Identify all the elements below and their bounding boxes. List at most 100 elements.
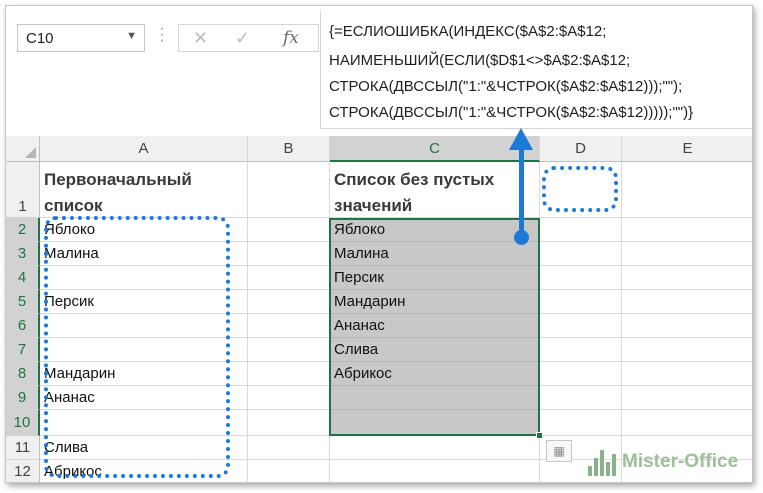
cell-b2[interactable] — [248, 218, 330, 242]
cell-d7[interactable] — [540, 338, 622, 362]
row-header-8[interactable]: 8 — [6, 362, 40, 386]
cell-c12[interactable] — [330, 460, 540, 482]
cell-e9[interactable] — [622, 386, 752, 410]
cell-a1[interactable]: Первоначальный список — [40, 162, 248, 218]
cell-d1[interactable] — [540, 162, 622, 218]
cell-a4[interactable] — [40, 266, 248, 290]
cell-b5[interactable] — [248, 290, 330, 314]
row-header-1[interactable]: 1 — [6, 162, 40, 218]
cell-d10[interactable] — [540, 410, 622, 436]
cell-c7[interactable]: Слива — [330, 338, 540, 362]
column-header-b[interactable]: B — [248, 136, 330, 162]
bar-chart-logo-icon — [588, 448, 616, 476]
row-header-3[interactable]: 3 — [6, 242, 40, 266]
cell-a9[interactable]: Ананас — [40, 386, 248, 410]
cell-b3[interactable] — [248, 242, 330, 266]
cell-a2[interactable]: Яблоко — [40, 218, 248, 242]
arrow-up-icon — [509, 128, 533, 150]
cell-c1-line: значений — [334, 196, 413, 215]
cell-a6[interactable] — [40, 314, 248, 338]
cell-b7[interactable] — [248, 338, 330, 362]
cell-c5[interactable]: Мандарин — [330, 290, 540, 314]
logo-bar — [588, 466, 592, 476]
cell-a3[interactable]: Малина — [40, 242, 248, 266]
cell-d2[interactable] — [540, 218, 622, 242]
spreadsheet-window: C10 ▼ · · · ✕ ✓ fx {=ЕСЛИОШИБКА(ИНДЕКС($A$… — [5, 5, 753, 483]
cell-b9[interactable] — [248, 386, 330, 410]
row-header-4[interactable]: 4 — [6, 266, 40, 290]
enter-icon[interactable]: ✓ — [235, 28, 250, 49]
cell-c11[interactable] — [330, 436, 540, 460]
cell-a12[interactable]: Абрикос — [40, 460, 248, 482]
row-header-12[interactable]: 12 — [6, 460, 40, 482]
cell-a5[interactable]: Персик — [40, 290, 248, 314]
cell-e3[interactable] — [622, 242, 752, 266]
cell-e6[interactable] — [622, 314, 752, 338]
cell-a7[interactable] — [40, 338, 248, 362]
name-box-value: C10 — [26, 30, 54, 47]
formula-bar-grip-icon[interactable]: · · · — [157, 21, 167, 50]
row-header-10[interactable]: 10 — [6, 410, 40, 436]
cell-e2[interactable] — [622, 218, 752, 242]
cell-e5[interactable] — [622, 290, 752, 314]
logo-bar — [594, 458, 598, 476]
insert-function-icon[interactable]: fx — [283, 28, 299, 48]
cell-c8[interactable]: Абрикос — [330, 362, 540, 386]
cell-b1[interactable] — [248, 162, 330, 218]
cell-b10[interactable] — [248, 410, 330, 436]
name-box[interactable]: C10 ▼ — [17, 24, 145, 52]
cell-b12[interactable] — [248, 460, 330, 482]
cell-e1[interactable] — [622, 162, 752, 218]
cell-a11[interactable]: Слива — [40, 436, 248, 460]
cell-e8[interactable] — [622, 362, 752, 386]
row-header-9[interactable]: 9 — [6, 386, 40, 410]
arrow-origin-dot — [514, 230, 529, 245]
cell-c2[interactable]: Яблоко — [330, 218, 540, 242]
formula-buttons: ✕ ✓ fx — [178, 24, 319, 52]
cell-d4[interactable] — [540, 266, 622, 290]
cell-b11[interactable] — [248, 436, 330, 460]
cell-d5[interactable] — [540, 290, 622, 314]
cell-a1-line: Первоначальный — [44, 170, 192, 189]
watermark: Mister-Office — [588, 442, 738, 482]
cell-a8[interactable]: Мандарин — [40, 362, 248, 386]
watermark-text: Mister-Office — [622, 451, 739, 472]
cell-a1-line: список — [44, 196, 103, 215]
cell-c10[interactable] — [330, 410, 540, 436]
cell-e4[interactable] — [622, 266, 752, 290]
cell-c1[interactable]: Список без пустых значений — [330, 162, 540, 218]
cell-b8[interactable] — [248, 362, 330, 386]
row-header-11[interactable]: 11 — [6, 436, 40, 460]
row-header-5[interactable]: 5 — [6, 290, 40, 314]
cell-d6[interactable] — [540, 314, 622, 338]
row-header-6[interactable]: 6 — [6, 314, 40, 338]
fill-handle[interactable] — [536, 432, 543, 439]
column-header-d[interactable]: D — [540, 136, 622, 162]
cell-d9[interactable] — [540, 386, 622, 410]
logo-bar — [612, 454, 616, 476]
arrow-line — [519, 146, 524, 236]
cell-c9[interactable] — [330, 386, 540, 410]
chevron-down-icon[interactable]: ▼ — [126, 30, 137, 42]
cell-c6[interactable]: Ананас — [330, 314, 540, 338]
row-header-2[interactable]: 2 — [6, 218, 40, 242]
formula-bar[interactable]: {=ЕСЛИОШИБКА(ИНДЕКС($A$2:$A$12; НАИМЕНЬШ… — [320, 11, 752, 129]
select-all-button[interactable] — [6, 136, 40, 162]
cell-c3[interactable]: Малина — [330, 242, 540, 266]
cell-b4[interactable] — [248, 266, 330, 290]
cell-e7[interactable] — [622, 338, 752, 362]
row-header-7[interactable]: 7 — [6, 338, 40, 362]
column-header-e[interactable]: E — [622, 136, 752, 162]
column-header-a[interactable]: A — [40, 136, 248, 162]
cell-d3[interactable] — [540, 242, 622, 266]
cell-e10[interactable] — [622, 410, 752, 436]
formula-line: СТРОКА(ДВССЫЛ("1:"&ЧСТРОК($A$2:$A$12))))… — [329, 104, 694, 121]
cell-c4[interactable]: Персик — [330, 266, 540, 290]
cancel-icon[interactable]: ✕ — [193, 28, 208, 49]
cell-d8[interactable] — [540, 362, 622, 386]
formula-line: {=ЕСЛИОШИБКА(ИНДЕКС($A$2:$A$12; — [329, 23, 607, 40]
quick-analysis-icon[interactable]: ▦ — [546, 440, 572, 462]
cell-b6[interactable] — [248, 314, 330, 338]
logo-bar — [600, 450, 604, 476]
cell-a10[interactable] — [40, 410, 248, 436]
